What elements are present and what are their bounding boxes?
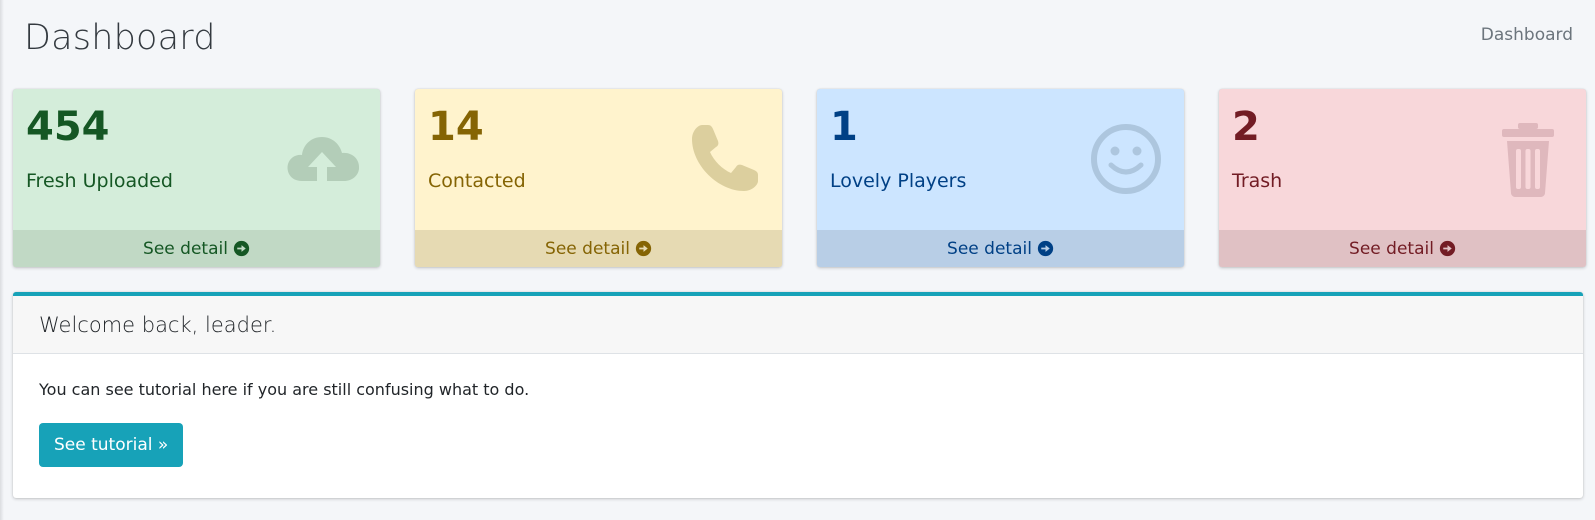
page-title: Dashboard [24, 18, 216, 58]
welcome-card: Welcome back, leader. You can see tutori… [13, 292, 1583, 498]
see-detail-link[interactable]: See detail [415, 230, 782, 267]
stat-count: 1 [830, 104, 858, 150]
see-detail-label: See detail [143, 238, 228, 259]
card-body: You can see tutorial here if you are sti… [13, 354, 1583, 493]
arrow-circle-right-icon [1439, 240, 1456, 257]
stat-box-lovely-players: 1 Lovely Players See detail [817, 89, 1184, 267]
arrow-circle-right-icon [233, 240, 250, 257]
sidebar-edge-shadow [0, 0, 4, 520]
stat-count: 454 [26, 104, 110, 150]
stat-label: Fresh Uploaded [26, 170, 173, 192]
stat-label: Lovely Players [830, 170, 967, 192]
stat-box-contacted: 14 Contacted See detail [415, 89, 782, 267]
phone-icon [692, 125, 758, 191]
stat-boxes: 454 Fresh Uploaded See detail 14 Contact… [13, 89, 1586, 267]
arrow-circle-right-icon [635, 240, 652, 257]
stat-box-fresh-uploaded: 454 Fresh Uploaded See detail [13, 89, 380, 267]
stat-box-trash: 2 Trash See detail [1219, 89, 1586, 267]
trash-icon [1502, 123, 1554, 197]
card-title: Welcome back, leader. [39, 312, 277, 337]
see-detail-label: See detail [1349, 238, 1434, 259]
stat-label: Trash [1232, 170, 1283, 192]
stat-count: 2 [1232, 104, 1260, 150]
breadcrumb[interactable]: Dashboard [1481, 25, 1573, 45]
cloud-upload-icon [287, 137, 360, 181]
stat-label: Contacted [428, 170, 526, 192]
smile-icon [1091, 124, 1161, 194]
see-detail-label: See detail [947, 238, 1032, 259]
see-tutorial-button[interactable]: See tutorial » [39, 423, 184, 467]
see-detail-link[interactable]: See detail [817, 230, 1184, 267]
arrow-circle-right-icon [1037, 240, 1054, 257]
stat-count: 14 [428, 104, 484, 150]
see-detail-link[interactable]: See detail [13, 230, 380, 267]
see-detail-link[interactable]: See detail [1219, 230, 1586, 267]
card-header: Welcome back, leader. [13, 296, 1583, 354]
see-detail-label: See detail [545, 238, 630, 259]
welcome-text: You can see tutorial here if you are sti… [39, 380, 530, 399]
